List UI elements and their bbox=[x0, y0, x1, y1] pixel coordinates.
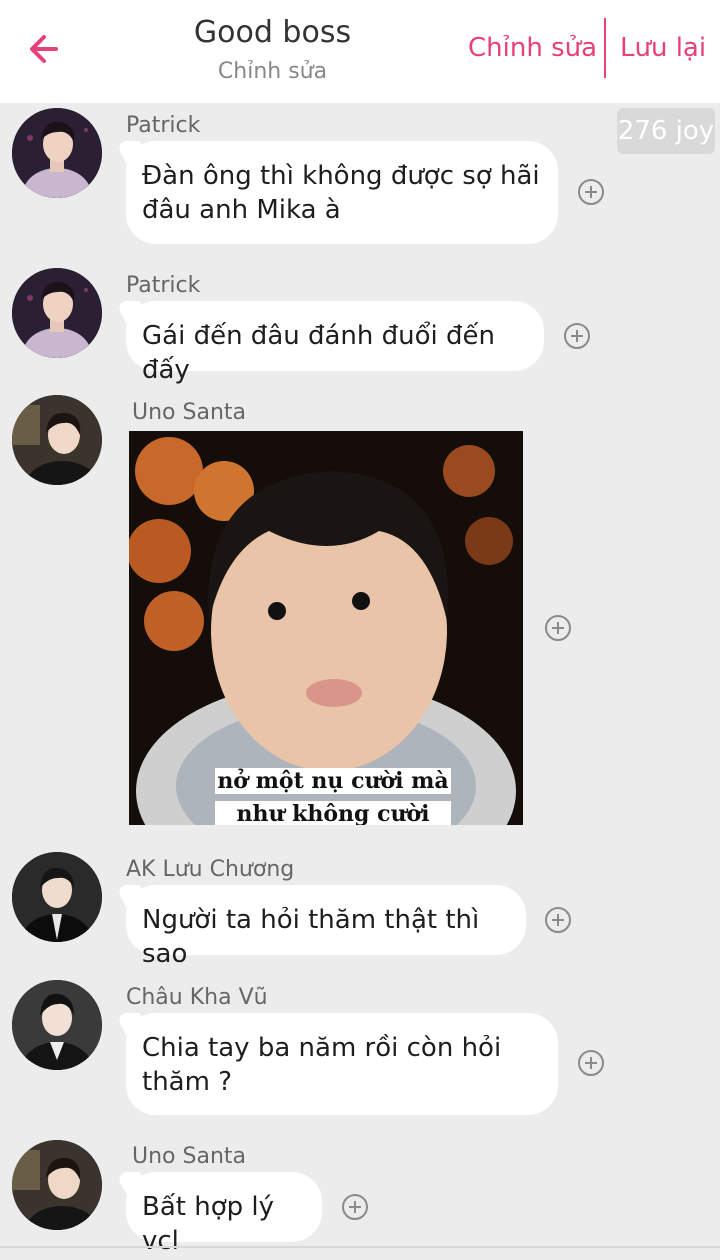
plus-circle-icon[interactable] bbox=[577, 1049, 605, 1077]
message-bubble[interactable]: Gái đến đâu đánh đuổi đến đấy bbox=[126, 301, 544, 385]
meme-image[interactable]: nở một nụ cười mà như không cười bbox=[129, 431, 523, 825]
chat-title: Good boss bbox=[193, 15, 352, 50]
message-bubble[interactable]: Chia tay ba năm rồi còn hỏi thăm ? bbox=[126, 1013, 558, 1115]
image-caption: nở một nụ cười mà bbox=[215, 768, 451, 794]
child-photo-icon bbox=[129, 431, 523, 825]
edit-button[interactable]: Chỉnh sửa bbox=[468, 30, 597, 66]
avatar-portrait-icon bbox=[12, 1140, 102, 1230]
sender-name: Châu Kha Vũ bbox=[126, 985, 268, 1010]
avatar-portrait-icon bbox=[12, 852, 102, 942]
avatar-portrait-icon bbox=[12, 395, 102, 485]
sender-name: Uno Santa bbox=[132, 1144, 246, 1169]
avatar-uno-santa[interactable] bbox=[12, 395, 102, 485]
back-button[interactable] bbox=[20, 26, 68, 72]
bottom-divider bbox=[0, 1246, 720, 1248]
avatar-ak-luu-chuong[interactable] bbox=[12, 852, 102, 942]
avatar-portrait-icon bbox=[12, 980, 102, 1070]
message-text: Chia tay ba năm rồi còn hỏi thăm ? bbox=[142, 1033, 502, 1097]
save-button[interactable]: Lưu lại bbox=[620, 30, 706, 66]
avatar-chau-kha-vu[interactable] bbox=[12, 980, 102, 1070]
chat-subtitle: Chỉnh sửa bbox=[217, 59, 328, 84]
message-bubble[interactable]: Người ta hỏi thăm thật thì sao bbox=[126, 885, 526, 969]
joy-count-badge: 276 joy bbox=[617, 108, 715, 154]
message-text: Đàn ông thì không được sợ hãi đâu anh Mi… bbox=[142, 161, 540, 225]
title-block: Good boss Chỉnh sửa bbox=[150, 14, 395, 88]
avatar-patrick[interactable] bbox=[12, 268, 102, 358]
avatar-portrait-icon bbox=[12, 268, 102, 358]
plus-circle-icon[interactable] bbox=[544, 614, 572, 642]
message-text: Người ta hỏi thăm thật thì sao bbox=[142, 905, 480, 969]
plus-circle-icon[interactable] bbox=[563, 322, 591, 350]
sender-name: AK Lưu Chương bbox=[126, 857, 295, 882]
sender-name: Patrick bbox=[126, 113, 201, 138]
image-caption: như không cười bbox=[215, 801, 451, 825]
avatar-portrait-icon bbox=[12, 108, 102, 198]
top-bar: Good boss Chỉnh sửa Chỉnh sửa Lưu lại bbox=[0, 0, 720, 103]
plus-circle-icon[interactable] bbox=[577, 178, 605, 206]
plus-circle-icon[interactable] bbox=[341, 1193, 369, 1221]
header-divider bbox=[604, 18, 606, 78]
sender-name: Uno Santa bbox=[132, 400, 246, 425]
arrow-left-icon bbox=[30, 35, 58, 63]
message-text: Gái đến đâu đánh đuổi đến đấy bbox=[142, 321, 496, 385]
plus-circle-icon[interactable] bbox=[544, 906, 572, 934]
avatar-patrick[interactable] bbox=[12, 108, 102, 198]
message-bubble[interactable]: Đàn ông thì không được sợ hãi đâu anh Mi… bbox=[126, 141, 558, 244]
message-bubble[interactable]: Bất hợp lý vcl bbox=[126, 1172, 322, 1256]
avatar-uno-santa[interactable] bbox=[12, 1140, 102, 1230]
sender-name: Patrick bbox=[126, 273, 201, 298]
